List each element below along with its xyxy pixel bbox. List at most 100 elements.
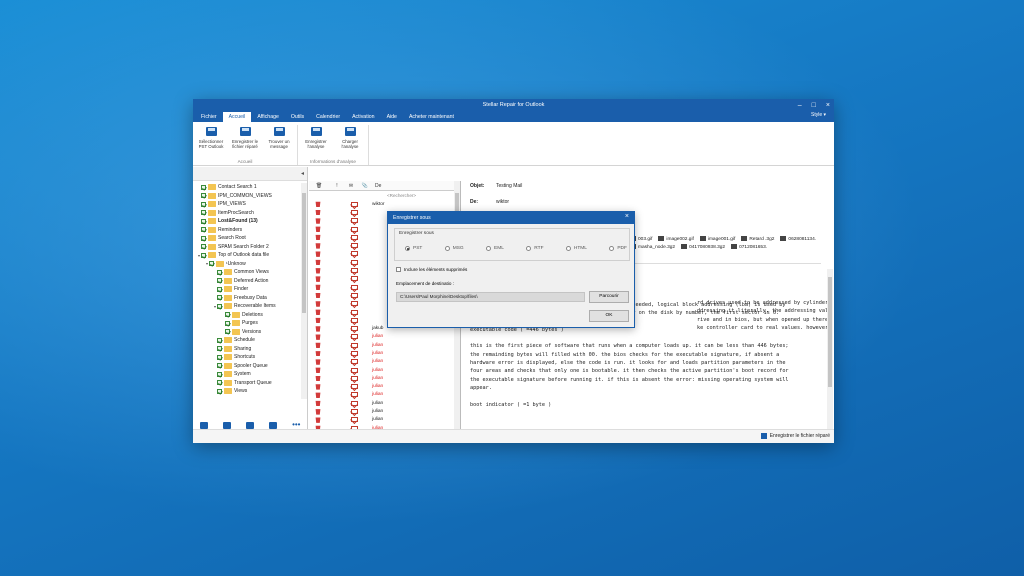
ok-button[interactable]: OK	[589, 310, 629, 322]
message-row[interactable]: julian	[309, 349, 460, 357]
tree-item[interactable]: Reminders	[193, 226, 301, 235]
close-icon[interactable]: ×	[625, 213, 629, 220]
attachment-item[interactable]: Retard .3g2	[741, 236, 774, 242]
delete-icon[interactable]	[315, 317, 321, 324]
ribbon-button[interactable]: Sélectionner PST Outlook	[195, 125, 227, 159]
delete-icon[interactable]	[315, 201, 321, 208]
tab-1[interactable]: Accueil	[222, 112, 252, 122]
radio-icon[interactable]	[486, 246, 492, 251]
checkbox-icon[interactable]	[201, 201, 206, 207]
delete-icon[interactable]	[315, 400, 321, 407]
checkbox-icon[interactable]	[217, 388, 222, 394]
checkbox-icon[interactable]	[209, 261, 214, 267]
delete-column-icon[interactable]: 🗑	[313, 183, 325, 189]
attachment-item[interactable]: masha_node.3g2	[630, 243, 675, 250]
tree-item[interactable]: Versions	[193, 328, 301, 337]
checkbox-icon[interactable]	[201, 218, 206, 224]
checkbox-icon[interactable]	[217, 295, 222, 301]
tree-item[interactable]: Purges	[193, 319, 301, 328]
tree-item[interactable]: Views	[193, 387, 301, 396]
checkbox-icon[interactable]	[217, 354, 222, 360]
delete-icon[interactable]	[315, 218, 321, 224]
delete-icon[interactable]	[315, 417, 321, 423]
delete-icon[interactable]	[315, 268, 321, 274]
delete-icon[interactable]	[315, 409, 321, 415]
delete-icon[interactable]	[315, 375, 321, 382]
tab-0[interactable]: Fichier	[195, 112, 223, 122]
ribbon-button[interactable]: Enregistrer l'analyse	[300, 125, 332, 159]
tree-item[interactable]: SPAM Search Folder 2	[193, 243, 301, 252]
from-column-header[interactable]: De	[375, 183, 381, 189]
tree-item[interactable]: Freebusy Data	[193, 294, 301, 303]
checkbox-icon[interactable]	[201, 193, 206, 199]
tree-item[interactable]: IPM_COMMON_VIEWS	[193, 192, 301, 201]
message-row[interactable]: julian	[309, 358, 460, 366]
tree-item[interactable]: System	[193, 370, 301, 379]
tree-item[interactable]: Transport Queue	[193, 379, 301, 388]
checkbox-icon[interactable]	[201, 210, 206, 216]
radio-icon[interactable]	[609, 246, 615, 251]
reading-pane-scrollbar[interactable]	[827, 269, 833, 429]
tree-item[interactable]: Sharing	[193, 345, 301, 354]
checkbox-icon[interactable]	[217, 269, 222, 275]
tree-item[interactable]: Deletions	[193, 311, 301, 320]
delete-icon[interactable]	[315, 384, 321, 390]
delete-icon[interactable]	[315, 234, 321, 241]
type-column-icon[interactable]: ✉	[345, 183, 357, 189]
tree-item[interactable]: Deferred Action	[193, 277, 301, 286]
attachment-item[interactable]: 0628081134.	[780, 236, 816, 242]
delete-icon[interactable]	[315, 351, 321, 357]
delete-icon[interactable]	[315, 293, 321, 299]
delete-icon[interactable]	[315, 359, 321, 365]
checkbox-icon[interactable]	[201, 184, 206, 190]
contacts-icon[interactable]	[246, 421, 255, 429]
tree-item[interactable]: Lost&Found (13)	[193, 217, 301, 226]
message-row[interactable]: julian	[309, 374, 460, 382]
checkbox-icon[interactable]	[201, 252, 206, 258]
tree-item[interactable]: ▾ Top of Outlook data file	[193, 251, 301, 260]
tree-item[interactable]: Common Views	[193, 268, 301, 277]
checkbox-icon[interactable]	[217, 371, 222, 377]
include-deleted-checkbox[interactable]	[396, 267, 401, 272]
delete-icon[interactable]	[315, 342, 321, 349]
checkbox-icon[interactable]	[217, 363, 222, 369]
checkbox-icon[interactable]	[217, 303, 222, 309]
tree-item[interactable]: ItemProcSearch	[193, 209, 301, 218]
delete-icon[interactable]	[315, 326, 321, 332]
attachment-item[interactable]: image001.gif	[699, 236, 735, 242]
delete-icon[interactable]	[315, 392, 321, 398]
folder-scrollbar[interactable]	[301, 183, 307, 399]
format-radio[interactable]: PDF	[609, 246, 627, 251]
tasks-icon[interactable]	[269, 421, 278, 429]
checkbox-icon[interactable]	[217, 286, 222, 292]
message-row[interactable]: wiktor	[309, 200, 460, 208]
tab-5[interactable]: Activation	[346, 112, 381, 122]
delete-icon[interactable]	[315, 259, 321, 266]
style-menu[interactable]: Style ▾	[811, 112, 826, 118]
tree-item[interactable]: Search Root	[193, 234, 301, 243]
mail-icon[interactable]	[200, 421, 209, 429]
delete-icon[interactable]	[315, 309, 321, 315]
ribbon-button[interactable]: Trouver un message	[263, 125, 295, 159]
checkbox-icon[interactable]	[217, 337, 222, 343]
format-radio[interactable]: MSG	[444, 246, 464, 251]
checkbox-icon[interactable]	[201, 244, 206, 250]
tree-item[interactable]: Schedule	[193, 336, 301, 345]
message-row[interactable]: julian	[309, 416, 460, 424]
tree-item[interactable]: ▾ ¹Unknow	[193, 260, 301, 269]
save-repaired-link[interactable]: Enregistrer le fichier réparé	[760, 433, 830, 439]
tree-item[interactable]: Shortcuts	[193, 353, 301, 362]
delete-icon[interactable]	[315, 334, 321, 340]
browse-button[interactable]: Parcourir	[589, 291, 629, 303]
format-radio[interactable]: HTML	[565, 246, 587, 251]
delete-icon[interactable]	[315, 251, 321, 257]
importance-column-icon[interactable]: !	[331, 183, 343, 189]
tab-6[interactable]: Aide	[381, 112, 403, 122]
format-radio[interactable]: RTF	[526, 246, 544, 251]
tab-7[interactable]: Acheter maintenant	[403, 112, 460, 122]
message-row[interactable]: julian	[309, 366, 460, 374]
minimize-icon[interactable]: –	[798, 102, 802, 109]
delete-icon[interactable]	[315, 367, 321, 374]
attachment-item[interactable]: 0417080938.3g2	[681, 243, 725, 250]
delete-icon[interactable]	[315, 301, 321, 307]
